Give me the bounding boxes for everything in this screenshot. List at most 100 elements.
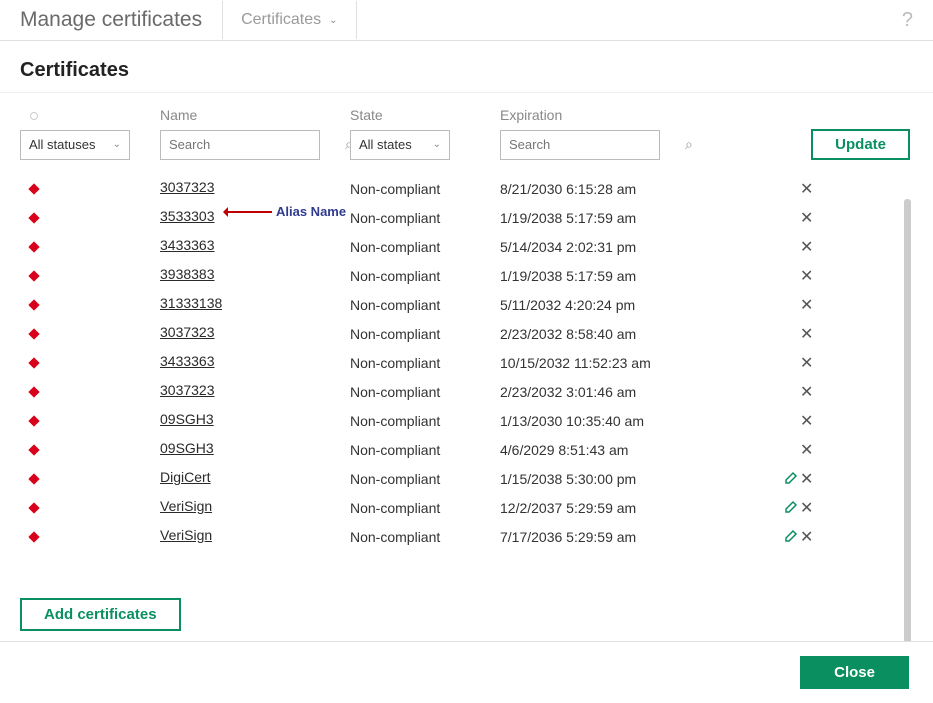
- certificate-state: Non-compliant: [350, 297, 500, 313]
- delete-icon[interactable]: ✕: [800, 268, 813, 285]
- name-column-header: Name: [160, 107, 350, 123]
- status-indicator-icon: [28, 299, 39, 310]
- certificate-name-link[interactable]: 3037323: [160, 324, 215, 340]
- expiration-search-field[interactable]: [509, 137, 685, 152]
- delete-icon[interactable]: ✕: [800, 442, 813, 459]
- chevron-down-icon: ⌄: [113, 139, 121, 150]
- edit-icon[interactable]: [784, 472, 800, 488]
- certificate-name-link[interactable]: 09SGH3: [160, 440, 214, 456]
- name-search-input[interactable]: ⌕: [160, 130, 320, 160]
- update-button[interactable]: Update: [811, 129, 910, 160]
- certificate-expiration: 5/11/2032 4:20:24 pm: [500, 297, 690, 313]
- certificate-name-link[interactable]: 3037323: [160, 179, 215, 195]
- chevron-down-icon: ⌄: [329, 15, 337, 26]
- content-area: Name State Expiration All statuses ⌄ ⌕ A…: [0, 93, 933, 551]
- certificate-state: Non-compliant: [350, 500, 500, 516]
- table-row: 3433363 Non-compliant5/14/2034 2:02:31 pm…: [20, 232, 913, 261]
- certificate-name-link[interactable]: VeriSign: [160, 498, 212, 514]
- certificate-expiration: 2/23/2032 3:01:46 am: [500, 384, 690, 400]
- delete-icon[interactable]: ✕: [800, 239, 813, 256]
- certificate-expiration: 1/13/2030 10:35:40 am: [500, 413, 690, 429]
- status-indicator-icon: [28, 473, 39, 484]
- status-indicator-icon: [28, 444, 39, 455]
- status-column-header: [20, 107, 160, 123]
- certificate-name-link[interactable]: 3433363: [160, 353, 215, 369]
- delete-icon[interactable]: ✕: [800, 326, 813, 343]
- certificate-state: Non-compliant: [350, 268, 500, 284]
- table-row: 31333138 Non-compliant5/11/2032 4:20:24 p…: [20, 290, 913, 319]
- status-indicator-icon: [28, 328, 39, 339]
- certificate-state: Non-compliant: [350, 181, 500, 197]
- edit-icon[interactable]: [784, 501, 800, 517]
- add-certificates-button[interactable]: Add certificates: [20, 598, 181, 631]
- certificate-expiration: 5/14/2034 2:02:31 pm: [500, 239, 690, 255]
- delete-icon[interactable]: ✕: [800, 355, 813, 372]
- certificate-state: Non-compliant: [350, 326, 500, 342]
- delete-icon[interactable]: ✕: [800, 181, 813, 198]
- delete-icon[interactable]: ✕: [800, 471, 813, 488]
- table-row: 3938383 Non-compliant1/19/2038 5:17:59 am…: [20, 261, 913, 290]
- certificate-name-link[interactable]: 31333138: [160, 295, 222, 311]
- state-filter-label: All states: [359, 137, 412, 152]
- table-row: 3037323Non-compliant8/21/2030 6:15:28 am…: [20, 174, 913, 203]
- certificate-name-link[interactable]: 09SGH3: [160, 411, 214, 427]
- certificate-expiration: 1/19/2038 5:17:59 am: [500, 210, 690, 226]
- state-column-header: State: [350, 107, 500, 123]
- expiration-column-header: Expiration: [500, 107, 720, 123]
- close-button[interactable]: Close: [800, 656, 909, 689]
- status-indicator-icon: [28, 241, 39, 252]
- certificate-name-link[interactable]: VeriSign: [160, 527, 212, 543]
- delete-icon[interactable]: ✕: [800, 210, 813, 227]
- name-search-field[interactable]: [169, 137, 345, 152]
- certificate-expiration: 1/19/2038 5:17:59 am: [500, 268, 690, 284]
- certificate-name-link[interactable]: 3533303: [160, 208, 215, 224]
- delete-icon[interactable]: ✕: [800, 413, 813, 430]
- status-indicator-icon: [28, 386, 39, 397]
- certificate-name-link[interactable]: 3938383: [160, 266, 215, 282]
- certificate-state: Non-compliant: [350, 529, 500, 545]
- table-row: 3533303 Non-compliant1/19/2038 5:17:59 am…: [20, 203, 913, 232]
- status-indicator-icon: [28, 415, 39, 426]
- status-indicator-icon: [28, 183, 39, 194]
- filter-row: All statuses ⌄ ⌕ All states ⌄ ⌕ Update: [20, 129, 913, 174]
- status-indicator-icon: [28, 531, 39, 542]
- breadcrumb-dropdown[interactable]: Certificates ⌄: [222, 1, 356, 39]
- certificate-name-link[interactable]: 3433363: [160, 237, 215, 253]
- chevron-down-icon: ⌄: [433, 139, 441, 150]
- table-row: 3037323 Non-compliant2/23/2032 3:01:46 am…: [20, 377, 913, 406]
- certificate-state: Non-compliant: [350, 239, 500, 255]
- table-row: 09SGH3 Non-compliant4/6/2029 8:51:43 am ✕: [20, 435, 913, 464]
- delete-icon[interactable]: ✕: [800, 384, 813, 401]
- status-indicator-icon: [28, 212, 39, 223]
- certificate-expiration: 4/6/2029 8:51:43 am: [500, 442, 690, 458]
- table-row: DigiCertNon-compliant1/15/2038 5:30:00 p…: [20, 464, 913, 493]
- certificate-expiration: 1/15/2038 5:30:00 pm: [500, 471, 690, 487]
- table-row: VeriSign Non-compliant7/17/2036 5:29:59 a…: [20, 522, 913, 551]
- footer-bar: Close: [0, 641, 933, 703]
- certificate-expiration: 10/15/2032 11:52:23 am: [500, 355, 690, 371]
- table-row: VeriSign Non-compliant12/2/2037 5:29:59 a…: [20, 493, 913, 522]
- certificate-state: Non-compliant: [350, 413, 500, 429]
- table-row: 09SGH3 Non-compliant1/13/2030 10:35:40 am…: [20, 406, 913, 435]
- certificate-state: Non-compliant: [350, 210, 500, 226]
- help-icon[interactable]: ?: [902, 9, 913, 32]
- scrollbar[interactable]: [904, 199, 911, 669]
- column-headers: Name State Expiration: [20, 93, 913, 129]
- certificate-expiration: 12/2/2037 5:29:59 am: [500, 500, 690, 516]
- expiration-search-input[interactable]: ⌕: [500, 130, 660, 160]
- certificate-state: Non-compliant: [350, 355, 500, 371]
- certificate-state: Non-compliant: [350, 384, 500, 400]
- delete-icon[interactable]: ✕: [800, 297, 813, 314]
- state-filter-select[interactable]: All states ⌄: [350, 130, 450, 160]
- certificate-name-link[interactable]: 3037323: [160, 382, 215, 398]
- dialog-header: Manage certificates Certificates ⌄ ?: [0, 0, 933, 41]
- delete-icon[interactable]: ✕: [800, 529, 813, 546]
- edit-icon[interactable]: [784, 530, 800, 546]
- status-indicator-icon: [28, 502, 39, 513]
- status-filter-select[interactable]: All statuses ⌄: [20, 130, 130, 160]
- certificate-state: Non-compliant: [350, 442, 500, 458]
- dialog-title: Manage certificates: [0, 0, 222, 40]
- certificate-expiration: 7/17/2036 5:29:59 am: [500, 529, 690, 545]
- delete-icon[interactable]: ✕: [800, 500, 813, 517]
- certificate-name-link[interactable]: DigiCert: [160, 469, 211, 485]
